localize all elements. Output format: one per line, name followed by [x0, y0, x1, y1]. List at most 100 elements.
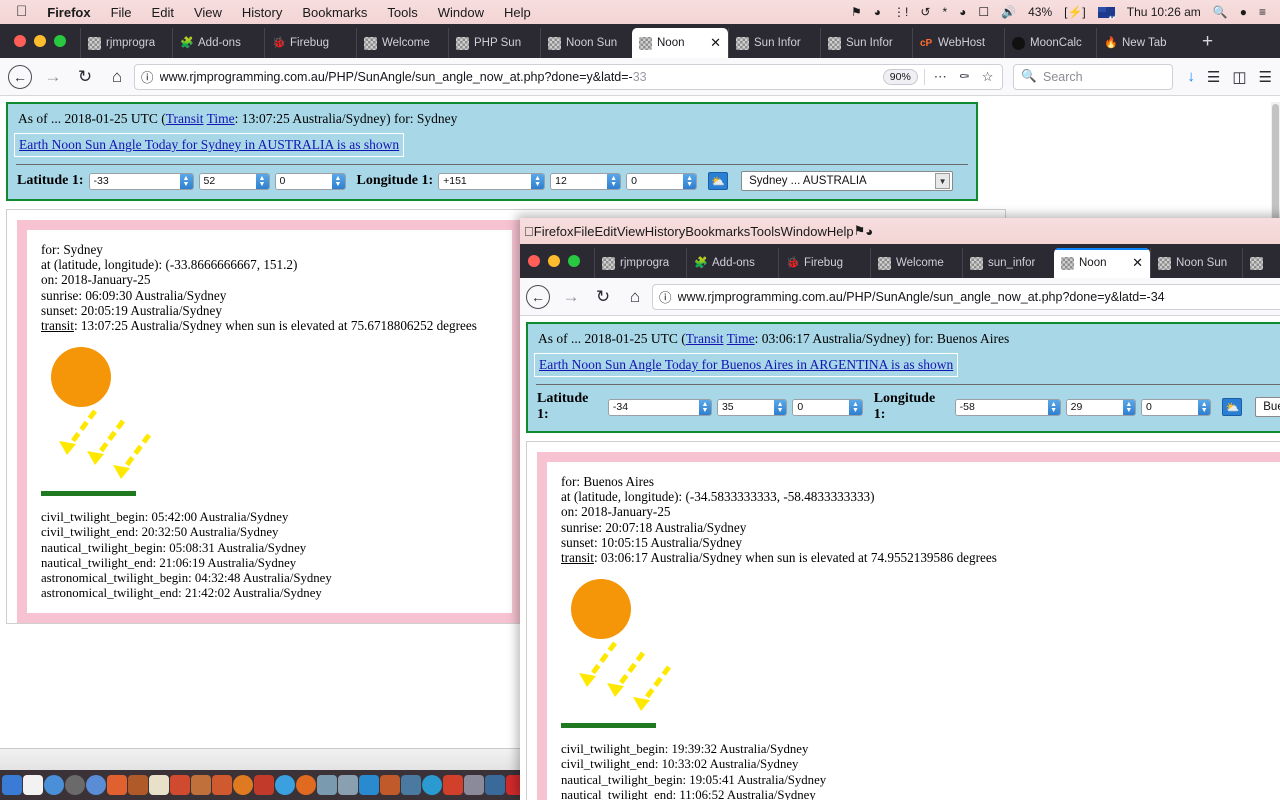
menu-tools[interactable]: Tools [377, 5, 427, 20]
latitude-degrees-input[interactable] [608, 399, 699, 415]
spotlight-search-icon[interactable]: 🔍 [1207, 5, 1234, 19]
stepper-arrows-icon[interactable]: ▲ ▼ [179, 173, 193, 189]
menu-view[interactable]: View [184, 5, 232, 20]
stepper-arrows-icon[interactable]: ▲ ▼ [255, 173, 269, 189]
latitude-minutes-input[interactable] [717, 399, 774, 415]
latitude-minutes-input[interactable] [199, 173, 256, 189]
tab-welcome[interactable]: Welcome [356, 28, 448, 58]
search-input[interactable]: 🔍 Search [1013, 63, 1174, 90]
minimize-window-button[interactable] [548, 255, 560, 267]
tab-add-ons[interactable]: 🧩 Add-ons [172, 28, 264, 58]
dock-icon[interactable] [506, 775, 520, 795]
dock-icon[interactable] [254, 775, 274, 795]
longitude-minutes-input[interactable] [1066, 399, 1123, 415]
tab-new-tab[interactable]: 🔥 New Tab [1096, 28, 1188, 58]
new-tab-button[interactable]: + [1188, 28, 1225, 58]
library-icon[interactable]: ☰ [1207, 68, 1220, 86]
page-title-link[interactable]: Earth Noon Sun Angle Today for Sydney in… [19, 137, 399, 152]
tab-noon-sun[interactable]: Noon Sun [540, 28, 632, 58]
dock-icon[interactable] [485, 775, 505, 795]
screen-mirror-icon[interactable]: ☐ [972, 5, 995, 19]
scrollbar-thumb[interactable] [1272, 104, 1279, 224]
wifi-icon[interactable]: ◕ [953, 5, 972, 19]
back-arrow-icon[interactable]: ← [8, 64, 32, 89]
latitude-degrees-stepper[interactable]: ▲▼ [607, 398, 712, 416]
home-icon[interactable]: ⌂ [620, 282, 650, 312]
dock-icon[interactable] [317, 775, 337, 795]
dock-icon[interactable] [275, 775, 295, 795]
close-tab-icon[interactable]: ✕ [1132, 255, 1143, 271]
close-window-button[interactable] [528, 255, 540, 267]
notification-center-icon[interactable]: ≡ [1253, 5, 1272, 19]
stepper-arrows-icon[interactable]: ▲ ▼ [1198, 399, 1211, 415]
longitude-minutes-stepper[interactable]: ▲▼ [550, 172, 622, 190]
dock-icon[interactable] [44, 775, 64, 795]
macos-dock[interactable] [0, 770, 520, 800]
stepper-arrows-icon[interactable]: ▲ ▼ [773, 399, 787, 415]
dock-icon[interactable] [401, 775, 421, 795]
dock-icon[interactable] [338, 775, 358, 795]
stepper-arrows-icon[interactable]: ▲ ▼ [531, 173, 545, 189]
dock-icon[interactable] [149, 775, 169, 795]
latitude-minutes-stepper[interactable]: ▲▼ [716, 398, 788, 416]
stepper-arrows-icon[interactable]: ▲ ▼ [1047, 399, 1060, 415]
longitude-degrees-stepper[interactable]: ▲▼ [438, 172, 546, 190]
sidebar-icon[interactable]: ◫ [1232, 68, 1246, 86]
longitude-degrees-stepper[interactable]: ▲▼ [954, 398, 1061, 416]
page-title-link[interactable]: Earth Noon Sun Angle Today for Buenos Ai… [539, 357, 953, 372]
latitude-degrees-stepper[interactable]: ▲▼ [88, 172, 194, 190]
battery-percentage[interactable]: 43% [1022, 5, 1058, 19]
menu-help[interactable]: Help [494, 5, 541, 20]
menu-firefox[interactable]: Firefox [534, 224, 574, 239]
reload-icon[interactable]: ↻ [70, 62, 100, 92]
menu-edit[interactable]: Edit [142, 5, 184, 20]
transit-link[interactable]: Transit [686, 331, 724, 346]
menu-bar-clock[interactable]: Thu 10:26 am [1121, 5, 1207, 19]
page-info-icon[interactable]: ⓘ [659, 287, 672, 306]
tab-noon-active[interactable]: Noon ✕ [632, 28, 728, 58]
tab-firebug[interactable]: 🐞 Firebug [264, 28, 356, 58]
stepper-arrows-icon[interactable]: ▲ ▼ [1122, 399, 1136, 415]
zoom-window-button[interactable] [568, 255, 580, 267]
latitude-seconds-stepper[interactable]: ▲▼ [274, 172, 346, 190]
longitude-degrees-input[interactable] [955, 399, 1048, 415]
menu-history[interactable]: History [232, 5, 292, 20]
dock-icon[interactable] [443, 775, 463, 795]
time-link[interactable]: Time [207, 111, 235, 126]
back-arrow-icon[interactable]: ← [526, 284, 550, 309]
menu-file[interactable]: File [573, 224, 594, 239]
close-tab-icon[interactable]: ✕ [710, 35, 721, 51]
minimize-window-button[interactable] [34, 35, 46, 47]
menu-window[interactable]: Window [428, 5, 494, 20]
city-select[interactable]: Bue [1255, 397, 1280, 417]
alfred-icon[interactable]: ⚑ [845, 5, 868, 19]
tab-sun-information-2[interactable]: Sun Infor [820, 28, 912, 58]
dock-icon[interactable] [422, 775, 442, 795]
longitude-minutes-input[interactable] [551, 173, 608, 189]
tab-mooncalc[interactable]: MoonCalc [1004, 28, 1096, 58]
menu-file[interactable]: File [101, 5, 142, 20]
tab-overflow[interactable] [1242, 248, 1280, 278]
dock-icon[interactable] [23, 775, 43, 795]
apple-icon[interactable]:  [524, 224, 534, 239]
tab-webhost[interactable]: cP WebHost [912, 28, 1004, 58]
longitude-seconds-input[interactable] [627, 173, 684, 189]
siri-icon[interactable]: ● [1234, 5, 1253, 19]
close-window-button[interactable] [14, 35, 26, 47]
tab-add-ons[interactable]: 🧩 Add-ons [686, 248, 778, 278]
downloads-icon[interactable]: ↓ [1187, 68, 1195, 85]
menu-bookmarks[interactable]: Bookmarks [685, 224, 750, 239]
dock-icon[interactable] [212, 775, 232, 795]
sun-cloud-icon[interactable]: ⛅ [1222, 398, 1243, 416]
longitude-seconds-stepper[interactable]: ▲▼ [1141, 398, 1212, 416]
forward-arrow-icon[interactable]: → [556, 282, 586, 312]
dock-icon[interactable] [86, 775, 106, 795]
dock-icon[interactable] [128, 775, 148, 795]
menu-firefox[interactable]: Firefox [37, 5, 100, 20]
menu-view[interactable]: View [617, 224, 645, 239]
page-actions-icon[interactable]: ⋯ [931, 69, 950, 85]
home-icon[interactable]: ⌂ [102, 62, 132, 92]
dock-icon[interactable] [380, 775, 400, 795]
forward-arrow-icon[interactable]: → [38, 62, 68, 92]
tab-rjmprogramming[interactable]: rjmprogra [80, 28, 172, 58]
